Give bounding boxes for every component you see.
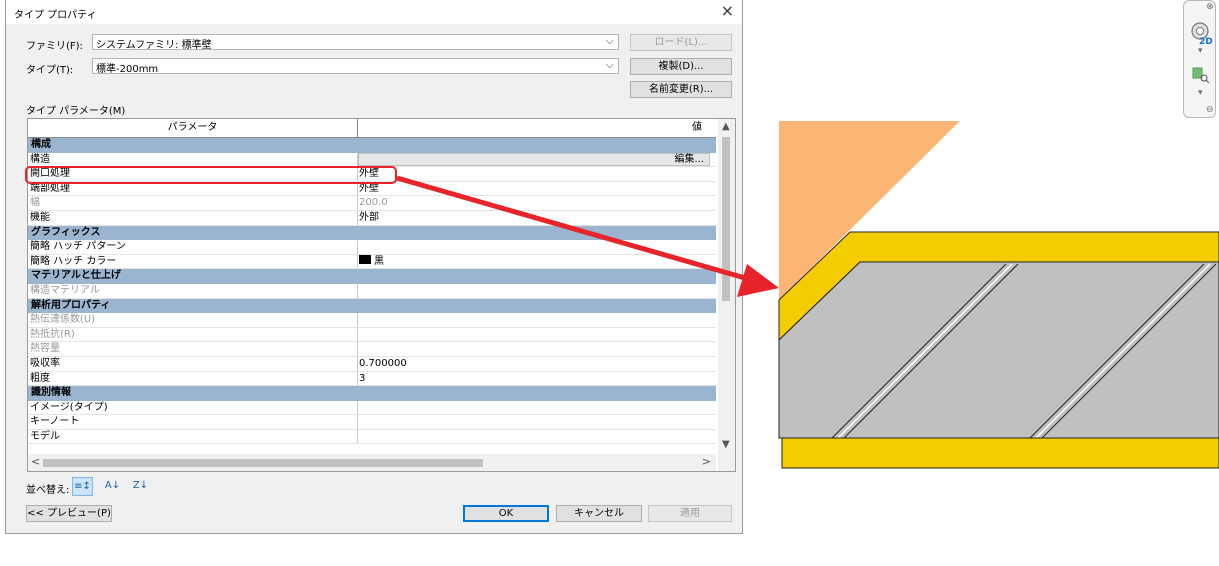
wall-section-drawing — [778, 121, 1219, 469]
zoom-region-icon[interactable] — [1192, 67, 1210, 83]
chevron-down-icon[interactable]: ▾ — [1198, 46, 1203, 56]
close-icon[interactable]: ⊗ — [1206, 2, 1214, 12]
wall-core — [778, 261, 1219, 439]
chevron-down-icon[interactable]: ▾ — [1198, 88, 1203, 98]
callout-arrow — [396, 175, 779, 297]
minimize-icon[interactable]: ⊖ — [1206, 105, 1214, 115]
wall-inner-finish — [781, 437, 1219, 469]
wall-illustration — [396, 121, 1219, 469]
navigation-bar: ⊗ 2D ▾ ▾ ⊖ — [1183, 0, 1216, 118]
